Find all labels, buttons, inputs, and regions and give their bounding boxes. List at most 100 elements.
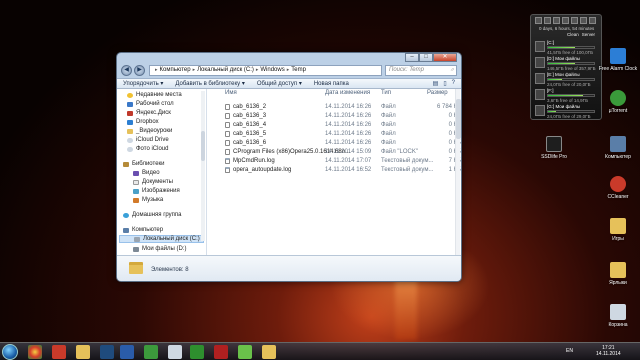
table-row[interactable]: cab_6136_6 14.11.2014 16:26 Файл 0 КБ: [209, 138, 461, 147]
nav-label: Яндекс.Диск: [136, 110, 171, 116]
explorer-icon[interactable]: [262, 345, 276, 359]
chrome-icon[interactable]: [28, 345, 42, 359]
forward-button[interactable]: ▶: [134, 64, 145, 76]
minimize-button[interactable]: –: [405, 53, 419, 62]
desktop-icon-utorrent[interactable]: µTorrent: [598, 90, 638, 114]
nav-item-videolessons[interactable]: _Видеоуроки: [127, 127, 172, 135]
gadget-button[interactable]: [544, 17, 551, 24]
icon-label: Ярлыки: [609, 280, 627, 286]
desktop-icon-free-alarm-clock[interactable]: Free Alarm Clock: [598, 48, 638, 72]
file-name-cell: cab_6136_5: [225, 130, 266, 137]
drive-row[interactable]: [F:] 3,6ГБ free of 14,9ГБ: [533, 87, 601, 104]
nav-item-computer[interactable]: Компьютер: [123, 226, 163, 234]
nav-item-documents[interactable]: Документы: [133, 178, 173, 186]
gadget-button[interactable]: [589, 17, 596, 24]
aida64-icon[interactable]: [214, 345, 228, 359]
add-to-library-button[interactable]: Добавить в библиотеку ▾: [175, 80, 244, 87]
drive-label: [D:] Мои файлы: [547, 56, 580, 61]
tab-server[interactable]: Server: [582, 32, 595, 37]
tab-clean[interactable]: Clean: [567, 32, 579, 37]
explorer-window[interactable]: – □ ✕ ◀ ▶ ▸ Компьютер ▸ Локальный диск (…: [116, 52, 462, 282]
drive-row[interactable]: [E:] Мои файлы 24,0ГБ free of 20,0ГБ: [533, 71, 601, 88]
table-row[interactable]: CProgram Files (x86)Opera25.0.1614.68o..…: [209, 147, 461, 156]
breadcrumb-temp[interactable]: Temp: [291, 67, 306, 73]
language-indicator[interactable]: EN: [566, 348, 573, 354]
view-options-icon[interactable]: ▤: [433, 80, 439, 87]
table-row[interactable]: MpCmdRun.log 14.11.2014 17:07 Текстовый …: [209, 156, 461, 165]
drive-info-gadget[interactable]: 0 days, 6 hours, 54 minutes Clean Server…: [530, 14, 602, 120]
drive-row[interactable]: [D:] Мои файлы 146,5ГБ free of 357,9ГБ: [533, 55, 601, 72]
preview-pane-icon[interactable]: ▯: [443, 80, 446, 87]
address-bar[interactable]: ▸ Компьютер ▸ Локальный диск (C:) ▸ Wind…: [149, 64, 382, 76]
table-row[interactable]: cab_6136_5 14.11.2014 16:26 Файл 0 КБ: [209, 129, 461, 138]
table-row[interactable]: cab_6136_3 14.11.2014 16:26 Файл 0 КБ: [209, 111, 461, 120]
photoshop-icon[interactable]: [100, 345, 114, 359]
table-row[interactable]: cab_6136_4 14.11.2014 16:26 Файл 0 КБ: [209, 120, 461, 129]
gadget-button[interactable]: [562, 17, 569, 24]
organize-button[interactable]: Упорядочить ▾: [123, 80, 163, 87]
breadcrumb-windows[interactable]: Windows: [260, 67, 284, 73]
clock[interactable]: 17:21 14.11.2014: [596, 345, 621, 357]
desktop-icon-shortcuts[interactable]: Ярлыки: [598, 262, 638, 286]
scrollbar-thumb[interactable]: [456, 99, 461, 139]
nav-item-libraries[interactable]: Библиотеки: [123, 160, 165, 168]
folder-icon: [610, 218, 626, 234]
nav-item-drive-c[interactable]: Локальный диск (C:): [119, 235, 204, 243]
nav-item-dropbox[interactable]: Dropbox: [127, 118, 159, 126]
column-name[interactable]: Имя: [225, 90, 237, 99]
gadget-button[interactable]: [571, 17, 578, 24]
title-bar[interactable]: – □ ✕: [117, 53, 461, 63]
nav-item-images[interactable]: Изображения: [133, 187, 180, 195]
file-list-scrollbar[interactable]: [455, 89, 461, 255]
word-icon[interactable]: [120, 345, 134, 359]
column-date[interactable]: Дата изменения: [325, 90, 370, 99]
breadcrumb-computer[interactable]: Компьютер: [160, 67, 191, 73]
help-icon[interactable]: ?: [452, 80, 455, 87]
start-button[interactable]: [2, 344, 18, 360]
file-type: Текстовый докум...: [381, 157, 434, 164]
nav-item-music[interactable]: Музыка: [133, 196, 163, 204]
drive-row[interactable]: [G:] Мои файлы 24,0ГБ free of 29,0ГБ: [533, 103, 601, 120]
table-row[interactable]: opera_autoupdate.log 14.11.2014 16:52 Те…: [209, 165, 461, 174]
navigation-pane: Недавние места Рабочий стол Яндекс.Диск …: [117, 89, 207, 255]
share-button[interactable]: Общий доступ ▾: [257, 80, 302, 87]
breadcrumb-local-disk[interactable]: Локальный диск (C:): [197, 67, 254, 73]
desktop-icon-ssdlife[interactable]: SSDlife Pro: [534, 136, 574, 160]
taskbar-app-icon[interactable]: [144, 345, 158, 359]
nav-item-yandex-disk[interactable]: Яндекс.Диск: [127, 109, 171, 117]
taskbar-app-icon[interactable]: [52, 345, 66, 359]
nav-item-recent[interactable]: Недавние места: [127, 91, 182, 99]
icon-label: Компьютер: [605, 154, 631, 160]
nav-item-video[interactable]: Видео: [133, 169, 160, 177]
column-size[interactable]: Размер: [427, 90, 448, 99]
explorer-icon[interactable]: [76, 345, 90, 359]
gadget-button[interactable]: [553, 17, 560, 24]
gadget-button[interactable]: [580, 17, 587, 24]
scrollbar-thumb[interactable]: [201, 131, 205, 161]
nav-item-homegroup[interactable]: Домашняя группа: [123, 211, 182, 219]
search-input[interactable]: Поиск: Temp ⌕: [385, 64, 457, 76]
nav-item-icloud-drive[interactable]: iCloud Drive: [127, 136, 169, 144]
drive-row[interactable]: [C:] 41,5ГБ free of 100,0ГБ: [533, 39, 601, 56]
desktop-icon-recycle-bin[interactable]: Корзина: [598, 304, 638, 328]
table-row[interactable]: cab_6136_2 14.11.2014 16:26 Файл 6 784 К…: [209, 102, 461, 111]
file-icon: [225, 130, 230, 137]
taskbar-app-icon[interactable]: [190, 345, 204, 359]
nav-item-icloud-photos[interactable]: Фото iCloud: [127, 145, 168, 153]
close-button[interactable]: ✕: [433, 53, 457, 62]
column-type[interactable]: Тип: [381, 90, 391, 99]
maximize-button[interactable]: □: [419, 53, 433, 62]
nav-scrollbar[interactable]: [201, 91, 205, 241]
nav-item-drive-d[interactable]: Мои файлы (D:): [133, 245, 187, 253]
taskbar-app-icon[interactable]: [168, 345, 182, 359]
search-icon[interactable]: ⌕: [451, 67, 454, 74]
desktop-icon-ccleaner[interactable]: CCleaner: [598, 176, 638, 200]
desktop-icon-games[interactable]: Игры: [598, 218, 638, 242]
desktop-icon-computer[interactable]: Компьютер: [598, 136, 638, 160]
new-folder-button[interactable]: Новая папка: [314, 81, 349, 87]
taskbar-app-icon[interactable]: [238, 345, 252, 359]
drive-icon: [535, 41, 545, 52]
gadget-button[interactable]: [535, 17, 542, 24]
back-button[interactable]: ◀: [121, 64, 132, 76]
nav-item-desktop[interactable]: Рабочий стол: [127, 100, 174, 108]
